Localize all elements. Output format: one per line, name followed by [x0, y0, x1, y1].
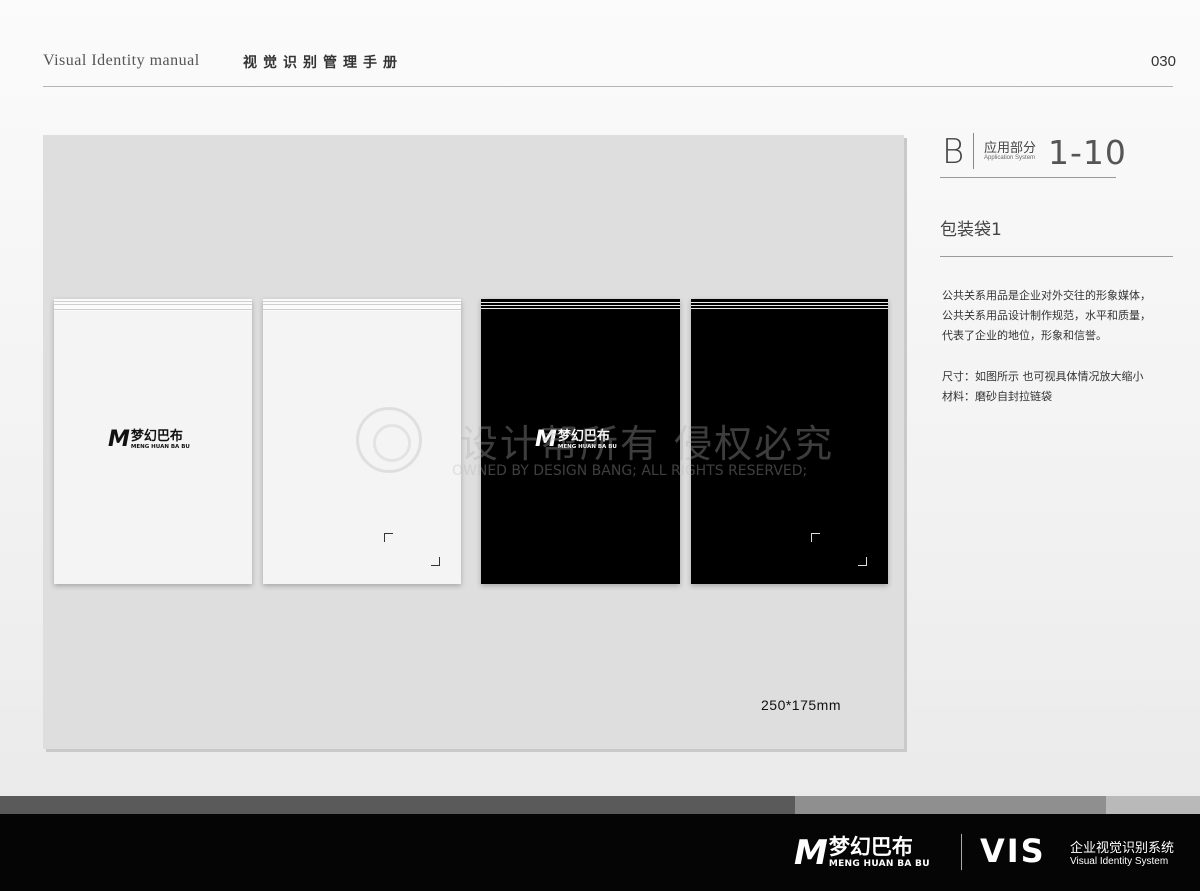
crop-corner-mark: [811, 533, 820, 542]
bag-dimension-label: 250*175mm: [761, 697, 841, 713]
section-name-en: Application System: [984, 155, 1036, 161]
black-bag-back: [691, 299, 888, 584]
description-line: 代表了企业的地位，形象和信誉。: [942, 329, 1107, 342]
item-divider: [940, 256, 1173, 257]
section-separator: [973, 133, 974, 169]
section-letter: B: [942, 132, 965, 172]
section-divider: [940, 177, 1116, 178]
crop-corner-mark: [384, 533, 393, 542]
footer-band-dark: [0, 796, 795, 814]
artwork-panel: M 梦幻巴布 MENG HUAN BA BU M 梦幻巴布 MENG HUAN …: [43, 135, 904, 749]
footer-system-en: Visual Identity System: [1070, 856, 1169, 867]
vis-label: VIS: [980, 832, 1046, 870]
page-number: 030: [1150, 53, 1176, 70]
footer-brand-name-cn: 梦幻巴布: [828, 835, 913, 859]
item-title: 包装袋1: [940, 220, 1002, 240]
description-line: 公共关系用品设计制作规范，水平和质量，: [942, 309, 1151, 322]
brand-name-en: MENG HUAN BA BU: [130, 443, 190, 450]
black-bag-front: M 梦幻巴布 MENG HUAN BA BU: [481, 299, 680, 584]
white-bag-front: M 梦幻巴布 MENG HUAN BA BU: [54, 299, 252, 584]
footer-band-mid: [795, 796, 1106, 814]
brand-logo: M 梦幻巴布 MENG HUAN BA BU: [108, 429, 190, 451]
footer: M 梦幻巴布 MENG HUAN BA BU VIS 企业视觉识别系统 Visu…: [0, 814, 1200, 891]
brand-name-cn: 梦幻巴布: [557, 428, 610, 444]
section-name-cn: 应用部分: [984, 141, 1037, 156]
section-number: 1-10: [1048, 133, 1127, 172]
manual-title-en: Visual Identity manual: [43, 52, 200, 69]
crop-corner-mark: [431, 557, 440, 566]
footer-brand-logo: M 梦幻巴布 MENG HUAN BA BU: [794, 836, 930, 870]
material-note: 材料：磨砂自封拉链袋: [942, 390, 1052, 403]
white-bag-back: [263, 299, 461, 584]
manual-title-cn: 视觉识别管理手册: [243, 55, 403, 71]
brand-logo: M 梦幻巴布 MENG HUAN BA BU: [535, 429, 617, 451]
brand-name-en: MENG HUAN BA BU: [557, 443, 617, 450]
footer-logo-mark: M: [794, 833, 828, 873]
footer-separator: [961, 834, 962, 870]
description-line: 公共关系用品是企业对外交往的形象媒体，: [942, 289, 1151, 302]
footer-brand-name-en: MENG HUAN BA BU: [828, 859, 930, 869]
size-note: 尺寸：如图所示 也可视具体情况放大缩小: [942, 370, 1144, 383]
footer-band-light: [1106, 796, 1200, 814]
brand-logo-mark: M: [108, 427, 130, 452]
header-divider: [43, 86, 1173, 87]
crop-corner-mark: [858, 557, 867, 566]
footer-system-cn: 企业视觉识别系统: [1070, 841, 1175, 856]
brand-name-cn: 梦幻巴布: [130, 428, 183, 444]
brand-logo-mark: M: [535, 427, 557, 452]
